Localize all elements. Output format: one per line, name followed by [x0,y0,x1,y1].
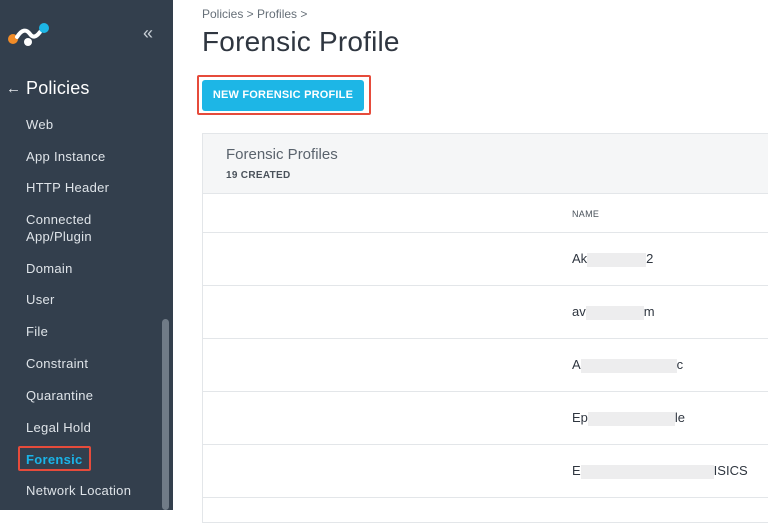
collapse-sidebar-icon[interactable]: « [143,24,153,42]
name-prefix: Ep [572,410,588,425]
profile-name-cell[interactable]: E ISICS [572,463,748,479]
forensic-highlight-frame [18,446,91,471]
table-row[interactable]: Ac [203,339,768,392]
redacted-text [587,252,647,267]
redacted-text [587,411,675,426]
card-header: Forensic Profiles 19 CREATED [203,134,768,194]
name-suffix: 2 [646,251,654,266]
main-content: Policies > Profiles > Forensic Profile N… [173,0,768,523]
table-row[interactable]: Ak 2 [203,233,768,286]
sidebar-item-user[interactable]: User [26,291,55,308]
redacted-text [585,305,644,320]
profile-name-cell[interactable]: Ep le [572,410,685,426]
redacted-text [580,464,714,479]
sidebar-item-app-instance[interactable]: App Instance [26,148,106,165]
name-suffix: le [674,410,686,425]
table-row[interactable]: Ep le [203,392,768,445]
back-to-policies[interactable]: ← Policies [6,78,90,99]
sidebar-section-title: Policies [26,78,90,98]
name-suffix: m [643,304,655,319]
table-header: NAME [203,195,768,233]
sidebar-item-constraint[interactable]: Constraint [26,355,88,372]
card-title: Forensic Profiles [226,146,338,163]
sidebar: « ← Policies Web App Instance HTTP Heade… [0,0,173,510]
sidebar-item-web[interactable]: Web [26,116,53,133]
forensic-profiles-card: Forensic Profiles 19 CREATED NAME Ak 2 av… [202,133,768,523]
profile-name-cell[interactable]: av m [572,304,655,320]
name-prefix: Ak [572,251,588,266]
name-column-header[interactable]: NAME [572,209,599,219]
breadcrumb[interactable]: Policies > Profiles > [202,7,307,21]
redacted-text [580,358,677,373]
sidebar-item-network-location[interactable]: Network Location [26,482,131,499]
name-suffix: ISICS [713,463,748,478]
sidebar-item-connected-app-plugin[interactable]: Connected App/Plugin [26,211,136,245]
app-logo-icon[interactable] [6,20,54,50]
name-prefix: av [572,304,586,319]
name-prefix: E [572,463,581,478]
table-row[interactable]: E ISICS [203,445,768,498]
sidebar-item-domain[interactable]: Domain [26,260,73,277]
sidebar-scroll-thumb[interactable] [162,319,169,510]
profiles-count: 19 CREATED [226,170,291,181]
name-prefix: A [572,357,581,372]
back-arrow-icon[interactable]: ← [6,80,26,97]
profile-name-cell[interactable]: Ac [572,357,683,373]
new-forensic-profile-button[interactable]: NEW FORENSIC PROFILE [202,80,364,111]
sidebar-item-quarantine[interactable]: Quarantine [26,387,93,404]
sidebar-item-file[interactable]: File [26,323,48,340]
profile-name-cell[interactable]: Ak 2 [572,251,653,267]
table-row[interactable]: av m [203,286,768,339]
sidebar-item-http-header[interactable]: HTTP Header [26,179,109,196]
sidebar-item-legal-hold[interactable]: Legal Hold [26,419,91,436]
page-title: Forensic Profile [202,26,400,57]
name-suffix: c [676,357,684,372]
